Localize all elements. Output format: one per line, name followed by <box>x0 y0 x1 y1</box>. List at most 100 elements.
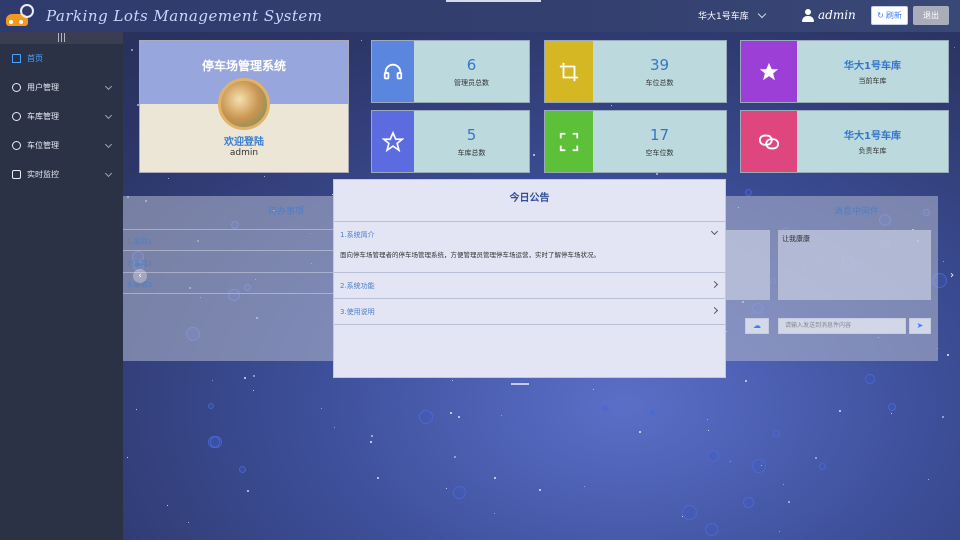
stat-label: 管理员总数 <box>454 78 489 87</box>
star-dot <box>449 411 452 414</box>
bubble <box>888 403 897 412</box>
bubble <box>707 450 720 463</box>
star-dot <box>706 419 708 421</box>
garage-select[interactable]: 华大1号车库 <box>698 9 766 22</box>
star-dot <box>783 483 785 485</box>
sidebar-item-users[interactable]: 用户管理 <box>0 73 123 102</box>
stat-card-managed-garage: 华大1号车库 负责车库 <box>740 110 949 173</box>
star-dot <box>953 47 955 48</box>
star-dot <box>127 456 129 458</box>
star-dot <box>135 409 137 411</box>
send-button[interactable]: ➤ <box>909 318 931 334</box>
bubble <box>209 436 222 449</box>
accordion-header[interactable]: 3.使用说明 <box>340 307 375 317</box>
user-menu[interactable]: admin <box>802 8 856 22</box>
accordion-header[interactable]: 2.系统功能 <box>340 281 375 291</box>
user-name: admin <box>818 8 856 22</box>
header-indicator <box>446 0 541 2</box>
star-dot <box>592 389 594 391</box>
todo-item[interactable]: 1.事项1 <box>127 237 152 247</box>
bubble <box>649 409 657 417</box>
star-dot <box>246 490 249 493</box>
sidebar-item-home[interactable]: 首页 <box>0 44 123 73</box>
sidebar: ||| 首页 用户管理 车库管理 车位管理 实时监控 <box>0 32 123 540</box>
sidebar-item-label: 实时监控 <box>27 170 59 179</box>
carousel-prev-button[interactable]: ‹ <box>133 269 147 283</box>
star-dot <box>942 416 945 419</box>
chevron-down-icon <box>757 9 766 18</box>
crop-icon <box>559 62 579 81</box>
app-title: Parking Lots Management System <box>46 7 323 25</box>
chevron-down-icon <box>104 111 113 120</box>
bubble <box>744 188 752 196</box>
home-icon <box>12 54 21 63</box>
logout-button[interactable]: 退出 <box>913 6 949 25</box>
drag-handle[interactable] <box>511 383 529 385</box>
todo-item[interactable]: 2.事项2 <box>127 259 152 269</box>
accordion-header[interactable]: 1.系统简介 <box>340 230 375 240</box>
star-dot <box>451 379 453 381</box>
welcome-card-title: 停车场管理系统 <box>201 59 286 73</box>
bubble <box>453 486 467 500</box>
star-dot <box>493 513 495 515</box>
stat-card-free-spaces: 17 空车位数 <box>544 110 727 173</box>
star-dot <box>839 409 842 412</box>
headset-icon <box>383 63 403 79</box>
star-dot <box>927 478 929 480</box>
sidebar-item-label: 车位管理 <box>27 141 59 150</box>
notice-dialog: 今日公告 1.系统简介 面向停车场管理者的停车场管理系统，方便管理员管理停车场运… <box>333 179 726 378</box>
bubble <box>681 505 697 521</box>
stat-value: 6 <box>466 55 477 74</box>
star-dot <box>890 413 892 415</box>
sidebar-item-garages[interactable]: 车库管理 <box>0 102 123 131</box>
stat-label: 车库总数 <box>457 148 486 157</box>
video-camera-icon <box>12 170 21 179</box>
user-icon <box>12 112 21 121</box>
bubble <box>818 462 826 470</box>
star-filled-icon <box>759 62 779 80</box>
todo-title: 待办事项 <box>268 207 305 217</box>
star-dot <box>539 488 542 491</box>
upload-button[interactable]: ☁ <box>745 318 769 334</box>
star-dot <box>263 176 265 178</box>
carousel-next-button[interactable]: › <box>950 270 954 281</box>
star-dot <box>360 40 362 41</box>
star-dot <box>376 477 379 480</box>
stat-value: 5 <box>466 125 477 144</box>
refresh-button[interactable]: ↻ 刷新 <box>871 6 908 25</box>
bubble <box>864 373 875 384</box>
star-dot <box>211 380 213 382</box>
chevron-down-icon <box>710 227 719 236</box>
chevron-down-icon <box>104 169 113 178</box>
bubble <box>238 465 246 473</box>
bubble <box>601 404 609 412</box>
stat-card-garages: 5 车库总数 <box>371 110 530 173</box>
avatar <box>218 78 270 130</box>
bubble <box>208 402 215 409</box>
sidebar-item-spaces[interactable]: 车位管理 <box>0 131 123 160</box>
star-dot <box>333 426 335 428</box>
star-dot <box>321 407 323 409</box>
star-dot <box>453 456 456 459</box>
star-dot <box>814 457 817 460</box>
sidebar-collapse-toggle[interactable]: ||| <box>0 32 123 44</box>
stat-value: 华大1号车库 <box>844 61 901 72</box>
message-input[interactable]: 请输入发送到消息件内容 <box>778 318 906 334</box>
fullscreen-icon <box>559 132 579 151</box>
sidebar-item-monitor[interactable]: 实时监控 <box>0 160 123 189</box>
welcome-card: 停车场管理系统 欢迎登陆 admin <box>139 40 349 173</box>
star-dot <box>584 485 586 487</box>
chevron-down-icon <box>104 140 113 149</box>
sidebar-item-label: 首页 <box>27 54 43 63</box>
stat-label: 车位总数 <box>645 78 674 87</box>
star-dot <box>370 440 373 443</box>
messages-title: 消息中间件 <box>834 207 880 217</box>
bubble <box>705 522 719 536</box>
star-dot <box>708 429 710 431</box>
bubble <box>742 497 754 509</box>
stat-card-current-garage: 华大1号车库 当前车库 <box>740 40 949 103</box>
stat-label: 负责车库 <box>858 147 887 155</box>
star-dot <box>166 504 168 506</box>
star-dot <box>778 530 780 532</box>
bubble <box>752 458 767 473</box>
